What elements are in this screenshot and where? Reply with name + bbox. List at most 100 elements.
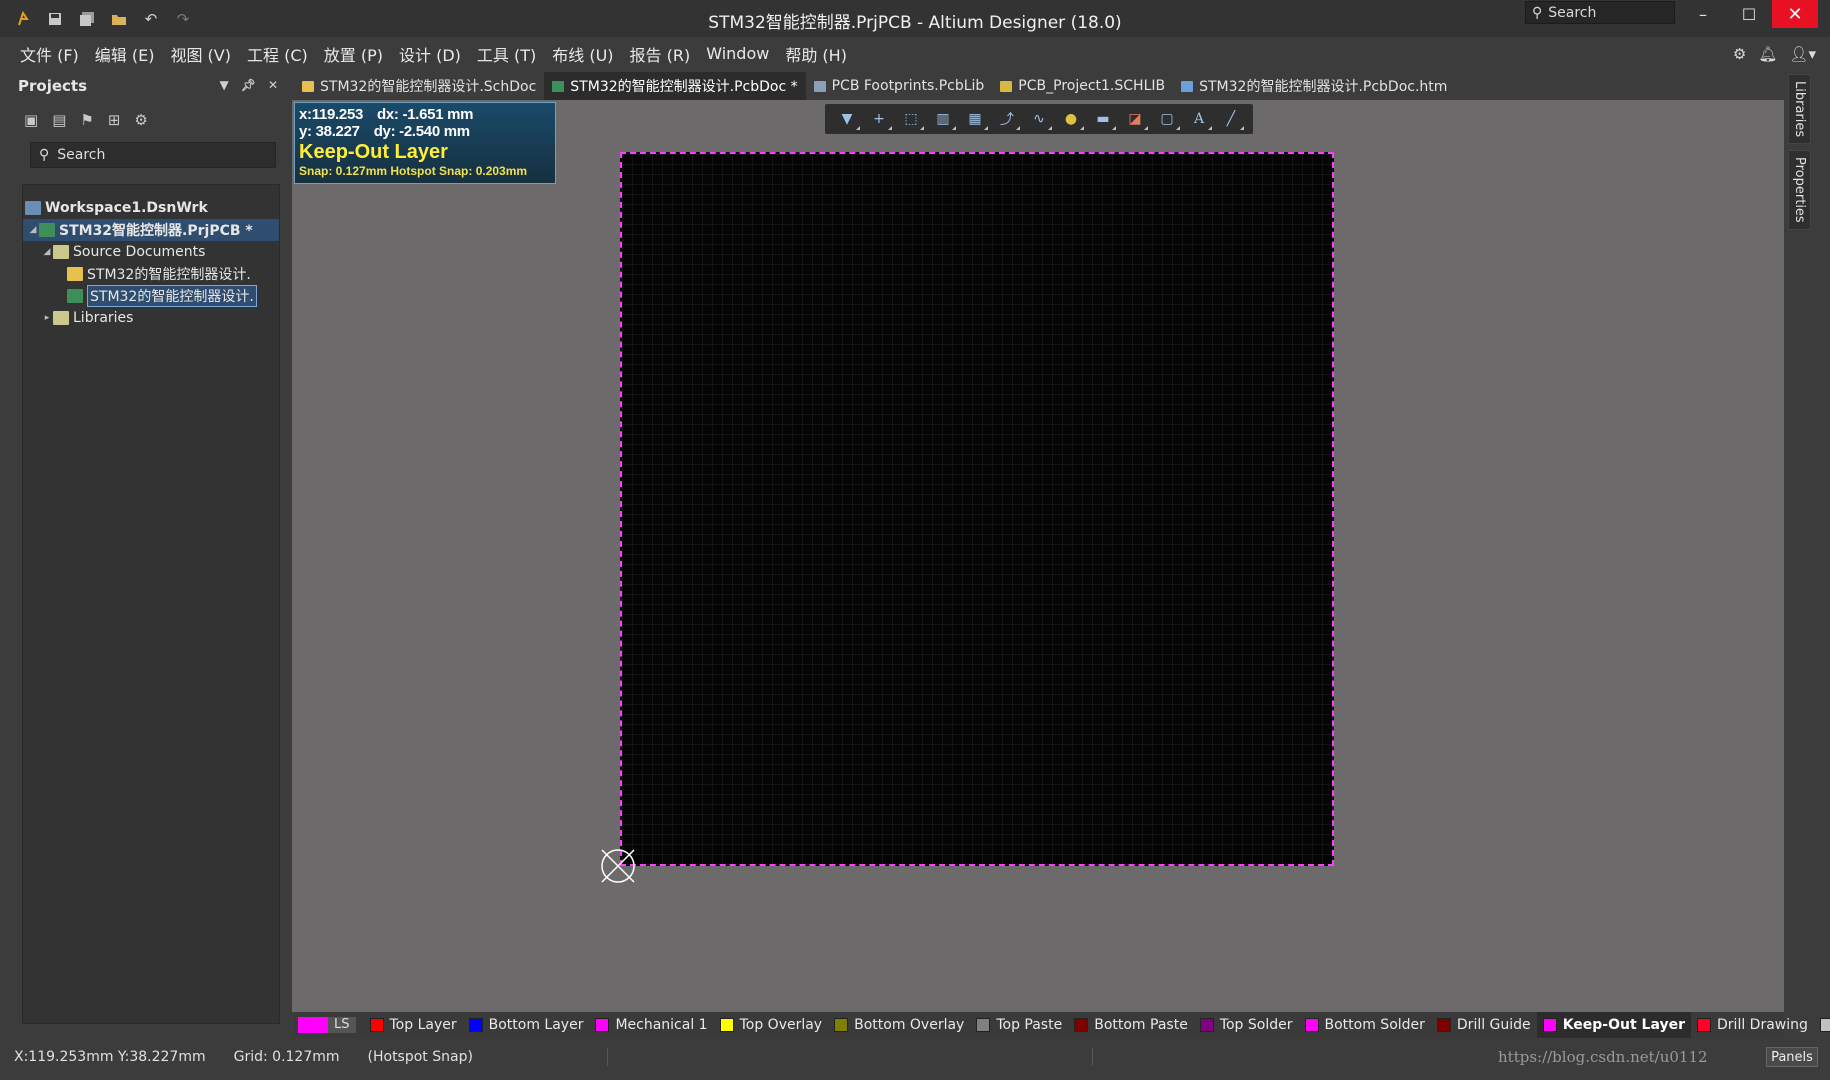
filter-icon[interactable]: ▼ [833, 107, 861, 131]
place-component-icon[interactable]: ▦ [961, 107, 989, 131]
minimize-button[interactable]: – [1680, 0, 1726, 28]
hud-dx: dx: -1.651 mm [377, 106, 474, 123]
layer-tab[interactable]: Top Solder [1194, 1012, 1299, 1038]
layer-set-button[interactable]: LS [298, 1017, 356, 1033]
tree-item-workspace[interactable]: Workspace1.DsnWrk [23, 197, 279, 219]
place-via-icon[interactable]: ● [1057, 107, 1085, 131]
panel-menu-chevron-icon[interactable]: ▼ [219, 78, 228, 92]
tree-item-libraries[interactable]: ▸ Libraries [23, 307, 279, 329]
origin-marker-icon [601, 849, 635, 883]
tree-item-schdoc[interactable]: STM32的智能控制器设计. [23, 263, 279, 285]
tree-item-source-documents[interactable]: ◢ Source Documents [23, 241, 279, 263]
tree-item-pcbdoc[interactable]: STM32的智能控制器设计. [23, 285, 279, 307]
align-icon[interactable]: ▥ [929, 107, 957, 131]
close-button[interactable]: ✕ [1772, 0, 1818, 28]
save-project-icon[interactable]: ▣ [24, 111, 38, 129]
menu-view[interactable]: 视图 (V) [162, 42, 239, 66]
interactive-route-icon[interactable]: ⤴ [993, 107, 1021, 131]
tab-label: PCB Footprints.PcbLib [831, 78, 985, 94]
layer-tab[interactable]: Multi-Layer [1814, 1012, 1830, 1038]
expand-arrow-icon[interactable]: ▸ [41, 313, 53, 323]
tab-pcbdoc[interactable]: STM32的智能控制器设计.PcbDoc * [544, 72, 806, 100]
tab-schdoc[interactable]: STM32的智能控制器设计.SchDoc [294, 72, 544, 100]
folder-icon [53, 311, 69, 325]
menu-file[interactable]: 文件 (F) [12, 42, 87, 66]
workspace-icon [25, 201, 41, 215]
layer-color-swatch [719, 1018, 734, 1032]
tab-report-htm[interactable]: STM32的智能控制器设计.PcbDoc.htm [1173, 72, 1455, 100]
maximize-button[interactable]: ☐ [1726, 0, 1772, 28]
menu-reports[interactable]: 报告 (R) [622, 42, 699, 66]
layer-tab[interactable]: Drill Drawing [1691, 1012, 1814, 1038]
compile-icon[interactable]: ⚑ [80, 111, 93, 129]
menu-design[interactable]: 设计 (D) [391, 42, 469, 66]
place-polygon-icon[interactable]: ◪ [1121, 107, 1149, 131]
schematic-library-icon [1000, 80, 1013, 92]
menu-edit[interactable]: 编辑 (E) [87, 42, 163, 66]
layer-color-swatch [834, 1018, 849, 1032]
layer-tab[interactable]: Top Paste [970, 1012, 1068, 1038]
save-all-project-icon[interactable]: ▤ [52, 111, 66, 129]
side-tab-properties[interactable]: Properties [1788, 150, 1811, 230]
projects-search-input[interactable]: ⚲ Search [30, 142, 276, 168]
tab-schlib[interactable]: PCB_Project1.SCHLIB [992, 72, 1173, 100]
layer-color-swatch [1697, 1018, 1712, 1032]
active-bar-toolbar: ▼ + ⬚ ▥ ▦ ⤴ ∿ ● ▬ ◪ ▢ A ╱ [825, 104, 1253, 134]
pcb-doc-icon [67, 289, 83, 303]
menu-route[interactable]: 布线 (U) [544, 42, 621, 66]
projects-search-placeholder: Search [57, 147, 106, 163]
project-options-gear-icon[interactable]: ⚙ [134, 111, 147, 129]
settings-gear-icon[interactable]: ⚙ [1733, 45, 1746, 63]
place-string-icon[interactable]: A [1185, 107, 1213, 131]
layer-tab[interactable]: Bottom Layer [463, 1012, 590, 1038]
collapse-arrow-icon[interactable]: ◢ [41, 247, 53, 257]
layer-tab[interactable]: Keep-Out Layer [1536, 1012, 1692, 1038]
menu-place[interactable]: 放置 (P) [316, 42, 391, 66]
pcb-editor-canvas[interactable]: x:119.253 dx: -1.651 mm y: 38.227 dy: -2… [292, 100, 1784, 1012]
panel-pin-icon[interactable]: 📌︎ [241, 78, 256, 92]
libraries-label: Libraries [73, 310, 134, 326]
layer-tab[interactable]: Bottom Paste [1068, 1012, 1194, 1038]
move-cross-icon[interactable]: + [865, 107, 893, 131]
layer-tab-label: Top Overlay [739, 1017, 823, 1033]
layer-tab-label: Bottom Overlay [854, 1017, 965, 1033]
tree-item-project[interactable]: ◢ STM32智能控制器.PrjPCB * [23, 219, 279, 241]
layer-tab[interactable]: Mechanical 1 [589, 1012, 713, 1038]
tab-pcblib[interactable]: PCB Footprints.PcbLib [806, 72, 993, 100]
hud-y: y: 38.227 [299, 123, 360, 140]
layer-tab-label: Drill Drawing [1717, 1017, 1808, 1033]
title-bar: ↶ ↷ STM32智能控制器.PrjPCB - Altium Designer … [0, 0, 1830, 37]
layer-tab[interactable]: Top Overlay [714, 1012, 829, 1038]
menu-window[interactable]: Window [698, 44, 777, 63]
status-coordinates: X:119.253mm Y:38.227mm [14, 1049, 206, 1065]
global-search-box[interactable]: ⚲ Search [1525, 1, 1675, 24]
layer-tab-label: Drill Guide [1456, 1017, 1531, 1033]
pcb-board-outline[interactable] [620, 152, 1334, 866]
project-tree: Workspace1.DsnWrk ◢ STM32智能控制器.PrjPCB * … [22, 184, 280, 1024]
menu-project[interactable]: 工程 (C) [239, 42, 316, 66]
layer-tab[interactable]: Bottom Overlay [828, 1012, 970, 1038]
layer-tab[interactable]: Bottom Solder [1299, 1012, 1431, 1038]
project-label: STM32智能控制器.PrjPCB * [59, 223, 253, 239]
user-account-icon[interactable]: 👤︎▾ [1789, 45, 1816, 63]
layer-tab[interactable]: Drill Guide [1431, 1012, 1537, 1038]
document-tabs: STM32的智能控制器设计.SchDoc STM32的智能控制器设计.PcbDo… [294, 72, 1455, 100]
notifications-bell-icon[interactable]: 🔔︎ [1758, 45, 1777, 63]
side-tab-libraries[interactable]: Libraries [1788, 74, 1811, 145]
pcbdoc-label: STM32的智能控制器设计. [87, 285, 257, 307]
collapse-arrow-icon[interactable]: ◢ [27, 225, 39, 235]
differential-pair-icon[interactable]: ∿ [1025, 107, 1053, 131]
select-rectangle-icon[interactable]: ⬚ [897, 107, 925, 131]
hud-x: x:119.253 [299, 106, 364, 123]
layer-tab-label: Bottom Solder [1324, 1017, 1425, 1033]
menu-tools[interactable]: 工具 (T) [469, 42, 544, 66]
panel-close-icon[interactable]: ✕ [268, 78, 278, 92]
menu-help[interactable]: 帮助 (H) [777, 42, 855, 66]
place-line-icon[interactable]: ╱ [1217, 107, 1245, 131]
place-fill-icon[interactable]: ▬ [1089, 107, 1117, 131]
layer-tab[interactable]: Top Layer [364, 1012, 463, 1038]
add-to-project-icon[interactable]: ⊞ [108, 111, 121, 129]
hud-current-layer: Keep-Out Layer [299, 141, 448, 163]
panels-button[interactable]: Panels [1766, 1047, 1818, 1067]
place-keepout-icon[interactable]: ▢ [1153, 107, 1181, 131]
